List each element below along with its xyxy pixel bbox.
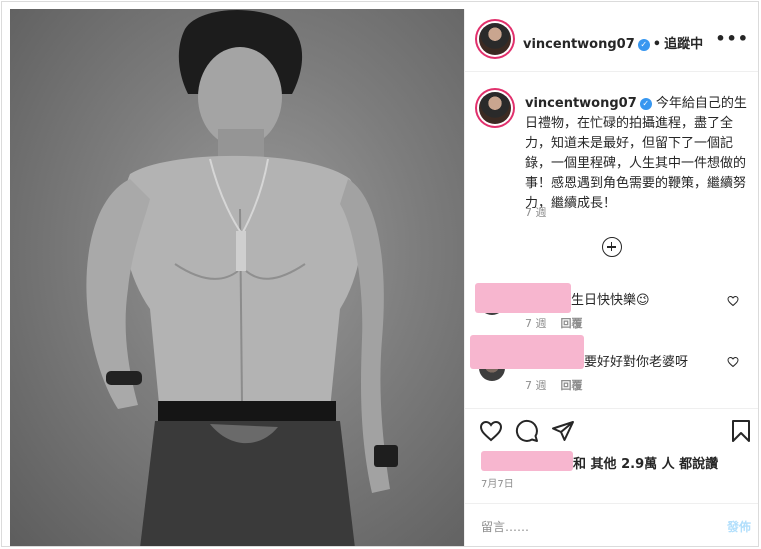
post-actions: 和 其他 2.9萬 人 都說讚 7月7日 發佈 xyxy=(465,408,758,546)
post-photo[interactable] xyxy=(10,9,464,546)
author-header: vincentwong07 ✓ • 追蹤中 xyxy=(523,33,703,52)
more-options-icon[interactable]: ••• xyxy=(715,29,749,48)
caption-username[interactable]: vincentwong07 xyxy=(525,96,637,111)
comment-meta: 7 週 回覆 xyxy=(525,315,597,331)
redacted-username xyxy=(470,335,584,369)
caption-avatar[interactable] xyxy=(479,92,511,124)
following-button[interactable]: 追蹤中 xyxy=(664,37,703,52)
post-date: 7月7日 xyxy=(481,479,514,490)
comment-time[interactable]: 7 週 xyxy=(525,317,547,330)
comment-text: 要好好對你老婆呀 xyxy=(584,355,689,370)
verified-badge-icon: ✓ xyxy=(639,97,652,110)
post-header: vincentwong07 ✓ • 追蹤中 ••• xyxy=(465,9,758,72)
instagram-post: vincentwong07 ✓ • 追蹤中 ••• vincentwong07 ✓ 今年… xyxy=(1,1,759,547)
post-sidebar: vincentwong07 ✓ • 追蹤中 ••• vincentwong07 ✓ 今年… xyxy=(464,9,758,546)
redacted-username xyxy=(475,283,571,313)
like-comment-icon[interactable] xyxy=(727,356,739,368)
post-comment-button[interactable]: 發佈 xyxy=(727,518,751,535)
likes-others: 其他 xyxy=(590,457,617,472)
like-heart-icon[interactable] xyxy=(479,419,503,443)
author-username[interactable]: vincentwong07 xyxy=(523,37,635,52)
comment-time[interactable]: 7 週 xyxy=(525,379,547,392)
verified-badge-icon: ✓ xyxy=(637,38,650,51)
load-more-comments-icon[interactable] xyxy=(602,237,622,257)
comment-bubble-icon[interactable] xyxy=(515,419,539,443)
caption-text: 今年給自己的生日禮物，在忙碌的拍攝進程，盡了全力，知道未是最好，但留下了一個記錄… xyxy=(525,96,747,211)
caption-time[interactable]: 7 週 xyxy=(525,204,547,220)
reply-button[interactable]: 回覆 xyxy=(561,379,583,392)
reply-button[interactable]: 回覆 xyxy=(561,317,583,330)
like-comment-icon[interactable] xyxy=(727,295,739,307)
separator-dot: • xyxy=(652,37,662,52)
comment-meta: 7 週 回覆 xyxy=(525,377,597,393)
comment-text: 生日快快樂😉 xyxy=(571,293,650,308)
likes-summary[interactable]: 和 其他 2.9萬 人 都說讚 xyxy=(573,453,718,472)
comment-composer: 發佈 xyxy=(465,503,758,546)
save-bookmark-icon[interactable] xyxy=(731,419,751,443)
photo-figure xyxy=(86,9,398,546)
likes-suffix: 人 都說讚 xyxy=(661,457,719,472)
author-avatar[interactable] xyxy=(479,23,511,55)
share-paper-plane-icon[interactable] xyxy=(551,419,575,443)
comment-input[interactable] xyxy=(479,514,703,540)
redacted-liker-username xyxy=(481,451,573,471)
likes-mid: 和 xyxy=(573,457,587,472)
likes-count: 2.9萬 xyxy=(621,457,658,472)
caption-block: vincentwong07 ✓ 今年給自己的生日禮物，在忙碌的拍攝進程，盡了全力，… xyxy=(525,94,747,214)
